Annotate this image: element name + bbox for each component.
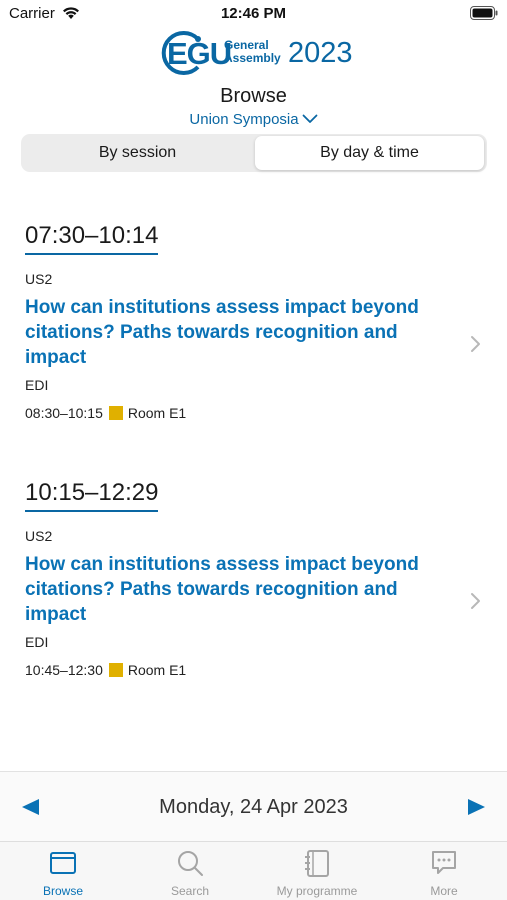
view-mode-segmented-control: By session By day & time [21, 134, 487, 172]
session-time: 10:45–12:30 [25, 662, 103, 678]
tab-label: Browse [42, 884, 83, 898]
session-organizer: EDI [25, 634, 49, 650]
slot-time-range: 07:30–10:14 [25, 221, 159, 255]
slot-time-range: 10:15–12:29 [25, 478, 159, 512]
tab-label: More [430, 884, 458, 898]
egu-logo: EGU General Assembly 2023 [154, 29, 354, 77]
chevron-right-icon[interactable] [470, 592, 482, 610]
session-time: 08:30–10:15 [25, 405, 103, 421]
tab-bar: Browse Search My programme More [0, 841, 507, 900]
chevron-down-icon [302, 114, 318, 123]
tab-browse[interactable]: Browse [0, 842, 126, 900]
tab-my-programme[interactable]: My programme [254, 842, 380, 900]
segment-by-session[interactable]: By session [23, 136, 252, 170]
filter-label: Union Symposia [189, 111, 299, 128]
session-title-link[interactable]: How can institutions assess impact beyon… [25, 552, 435, 627]
notebook-icon [305, 850, 329, 877]
battery-icon [470, 6, 498, 20]
session-code: US2 [25, 271, 53, 287]
session-meta: 10:45–12:30 Room E1 [25, 661, 186, 679]
time-slot: 10:15–12:29 US2 How can institutions ass… [0, 478, 507, 718]
room-color-swatch [108, 406, 123, 420]
date-navigation-bar: Monday, 24 Apr 2023 [0, 771, 507, 841]
room-color-swatch [108, 663, 123, 677]
chat-bubble-icon [432, 851, 456, 874]
tab-search[interactable]: Search [127, 842, 253, 900]
tab-more[interactable]: More [381, 842, 507, 900]
triangle-right-icon[interactable] [466, 798, 486, 816]
status-time: 12:46 PM [220, 5, 287, 22]
logo-line1: General [224, 38, 269, 52]
logo-year: 2023 [288, 37, 353, 69]
time-slot: 07:30–10:14 US2 How can institutions ass… [0, 221, 507, 461]
browse-window-icon [50, 852, 76, 874]
segment-by-day-time[interactable]: By day & time [255, 136, 484, 170]
logo-line2: Assembly [224, 51, 281, 65]
filter-dropdown[interactable]: Union Symposia [0, 111, 507, 128]
session-meta: 08:30–10:15 Room E1 [25, 404, 186, 422]
chevron-right-icon[interactable] [470, 335, 482, 353]
session-room: Room E1 [127, 405, 187, 421]
current-date: Monday, 24 Apr 2023 [159, 796, 348, 818]
search-icon [178, 851, 203, 876]
session-code: US2 [25, 528, 53, 544]
tab-label: Search [170, 884, 210, 898]
tab-label: My programme [276, 884, 358, 898]
status-bar: Carrier 12:46 PM [0, 0, 507, 28]
session-title-link[interactable]: How can institutions assess impact beyon… [25, 295, 435, 370]
session-organizer: EDI [25, 377, 49, 393]
session-room: Room E1 [127, 662, 187, 678]
logo-brand: EGU [167, 36, 232, 71]
page-title: Browse [220, 85, 287, 107]
